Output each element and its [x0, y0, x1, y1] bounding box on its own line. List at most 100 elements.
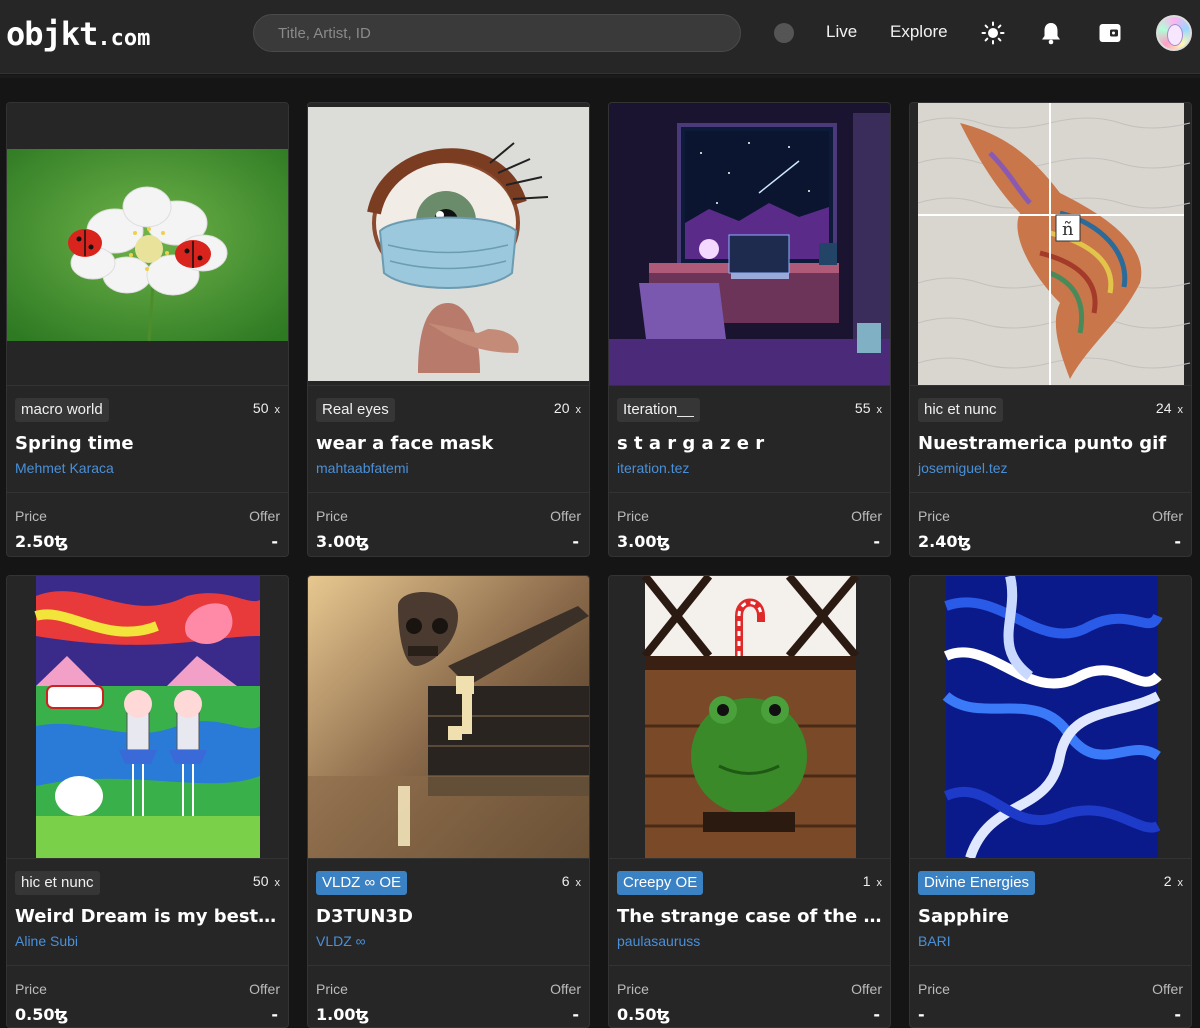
theme-toggle-sun-icon[interactable] — [978, 18, 1008, 48]
artwork-meta: macro world 50 x Spring time Mehmet Karac… — [7, 385, 288, 476]
price-label: Price — [617, 508, 649, 524]
price-section: Price Offer 1.00ꜩ - — [308, 965, 589, 1027]
offer-value: - — [271, 1005, 278, 1024]
artwork-thumbnail[interactable] — [7, 103, 288, 385]
price-value: 0.50ꜩ — [617, 1005, 671, 1024]
edition-count: 6x — [561, 873, 581, 889]
price-section: Price Offer 0.50ꜩ - — [609, 965, 890, 1027]
offer-value: - — [572, 1005, 579, 1024]
artwork-card[interactable]: Divine Energies 2x Sapphire BARI Price O… — [909, 575, 1192, 1028]
offer-label: Offer — [1152, 981, 1183, 997]
price-value: 0.50ꜩ — [15, 1005, 69, 1024]
price-section: Price Offer 2.50ꜩ - — [7, 492, 288, 556]
artist-link[interactable]: iteration.tez — [617, 460, 689, 476]
artist-link[interactable]: BARI — [918, 933, 951, 949]
collection-tag[interactable]: macro world — [15, 398, 109, 422]
price-label: Price — [617, 981, 649, 997]
wallet-icon[interactable] — [1095, 18, 1125, 48]
offer-label: Offer — [550, 508, 581, 524]
artwork-title[interactable]: Sapphire — [918, 905, 1184, 929]
artwork-meta: hic et nunc 24 x Nuestramerica punto gif … — [910, 385, 1191, 476]
price-label: Price — [918, 981, 950, 997]
offer-value: - — [873, 1005, 880, 1024]
artwork-card[interactable]: hic et nunc 50 x Weird Dream is my best f… — [6, 575, 289, 1028]
price-value: 3.00ꜩ — [316, 532, 370, 551]
search-input[interactable] — [253, 14, 741, 52]
artist-link[interactable]: paulasauruss — [617, 933, 700, 949]
artwork-card[interactable]: macro world 50 x Spring time Mehmet Karac… — [6, 102, 289, 557]
artwork-title[interactable]: wear a face mask — [316, 432, 582, 456]
price-value: - — [918, 1005, 925, 1024]
header-divider — [0, 75, 1200, 78]
price-label: Price — [15, 981, 47, 997]
artist-link[interactable]: Mehmet Karaca — [15, 460, 114, 476]
offer-value: - — [572, 532, 579, 551]
collection-tag[interactable]: Divine Energies — [918, 871, 1036, 895]
artwork-thumbnail[interactable] — [910, 576, 1191, 858]
price-label: Price — [316, 981, 348, 997]
user-avatar[interactable] — [1156, 15, 1192, 51]
artwork-meta: Creepy OE 1x The strange case of the fro… — [609, 858, 890, 949]
artwork-title[interactable]: Spring time — [15, 432, 281, 456]
artwork-card[interactable]: VLDZ ∞ OE 6x D3TUN3D VLDZ ∞ Price Offer … — [307, 575, 590, 1028]
price-label: Price — [918, 508, 950, 524]
artwork-title[interactable]: Nuestramerica punto gif — [918, 432, 1184, 456]
offer-value: - — [271, 532, 278, 551]
edition-count: 50 x — [252, 400, 280, 416]
svg-text:ñ: ñ — [1062, 219, 1074, 240]
price-section: Price Offer 0.50ꜩ - — [7, 965, 288, 1027]
offer-label: Offer — [550, 981, 581, 997]
artwork-meta: Real eyes 20 x wear a face mask mahtaabfa… — [308, 385, 589, 476]
offer-label: Offer — [1152, 508, 1183, 524]
offer-label: Offer — [851, 508, 882, 524]
offer-label: Offer — [851, 981, 882, 997]
artist-link[interactable]: josemiguel.tez — [918, 460, 1008, 476]
site-logo[interactable]: objkt.com — [6, 16, 150, 57]
collection-tag[interactable]: hic et nunc — [918, 398, 1003, 422]
nav-live-link[interactable]: Live — [826, 21, 857, 43]
artwork-thumbnail[interactable]: ñ — [910, 103, 1191, 385]
edition-count: 1x — [862, 873, 882, 889]
status-indicator-icon — [774, 23, 794, 43]
price-label: Price — [15, 508, 47, 524]
artwork-card[interactable]: ñ hic et nunc 24 x Nuestramerica punto gi… — [909, 102, 1192, 557]
artwork-card[interactable]: Creepy OE 1x The strange case of the fro… — [608, 575, 891, 1028]
collection-tag[interactable]: hic et nunc — [15, 871, 100, 895]
artwork-meta: Divine Energies 2x Sapphire BARI — [910, 858, 1191, 949]
artwork-title[interactable]: s t a r g a z e r — [617, 432, 883, 456]
offer-label: Offer — [249, 981, 280, 997]
bell-icon[interactable] — [1036, 18, 1066, 48]
edition-count: 50 x — [252, 873, 280, 889]
artwork-title[interactable]: The strange case of the frog... — [617, 905, 883, 929]
artwork-title[interactable]: Weird Dream is my best friend — [15, 905, 281, 929]
artwork-card[interactable]: Iteration__ 55 x s t a r g a z e r iterat… — [608, 102, 891, 557]
offer-value: - — [1174, 1005, 1181, 1024]
price-value: 2.40ꜩ — [918, 532, 972, 551]
artwork-title[interactable]: D3TUN3D — [316, 905, 582, 929]
edition-count: 20 x — [553, 400, 581, 416]
artwork-thumbnail[interactable] — [308, 576, 589, 858]
collection-tag[interactable]: Iteration__ — [617, 398, 700, 422]
artist-link[interactable]: VLDZ ∞ — [316, 933, 366, 949]
artwork-thumbnail[interactable] — [609, 576, 890, 858]
artwork-thumbnail[interactable] — [609, 103, 890, 385]
artist-link[interactable]: Aline Subi — [15, 933, 78, 949]
collection-tag[interactable]: Creepy OE — [617, 871, 704, 895]
artwork-meta: Iteration__ 55 x s t a r g a z e r iterat… — [609, 385, 890, 476]
price-label: Price — [316, 508, 348, 524]
artwork-card[interactable]: Real eyes 20 x wear a face mask mahtaabfa… — [307, 102, 590, 557]
offer-label: Offer — [249, 508, 280, 524]
collection-tag[interactable]: VLDZ ∞ OE — [316, 871, 408, 895]
top-navbar: objkt.com Live Explore — [0, 0, 1200, 74]
edition-count: 24 x — [1155, 400, 1183, 416]
edition-count: 2x — [1163, 873, 1183, 889]
artwork-thumbnail[interactable] — [308, 103, 589, 385]
artwork-thumbnail[interactable] — [7, 576, 288, 858]
artist-link[interactable]: mahtaabfatemi — [316, 460, 409, 476]
offer-value: - — [1174, 532, 1181, 551]
price-value: 3.00ꜩ — [617, 532, 671, 551]
nav-explore-link[interactable]: Explore — [890, 21, 948, 43]
artwork-meta: VLDZ ∞ OE 6x D3TUN3D VLDZ ∞ — [308, 858, 589, 949]
price-section: Price Offer 3.00ꜩ - — [609, 492, 890, 556]
collection-tag[interactable]: Real eyes — [316, 398, 395, 422]
